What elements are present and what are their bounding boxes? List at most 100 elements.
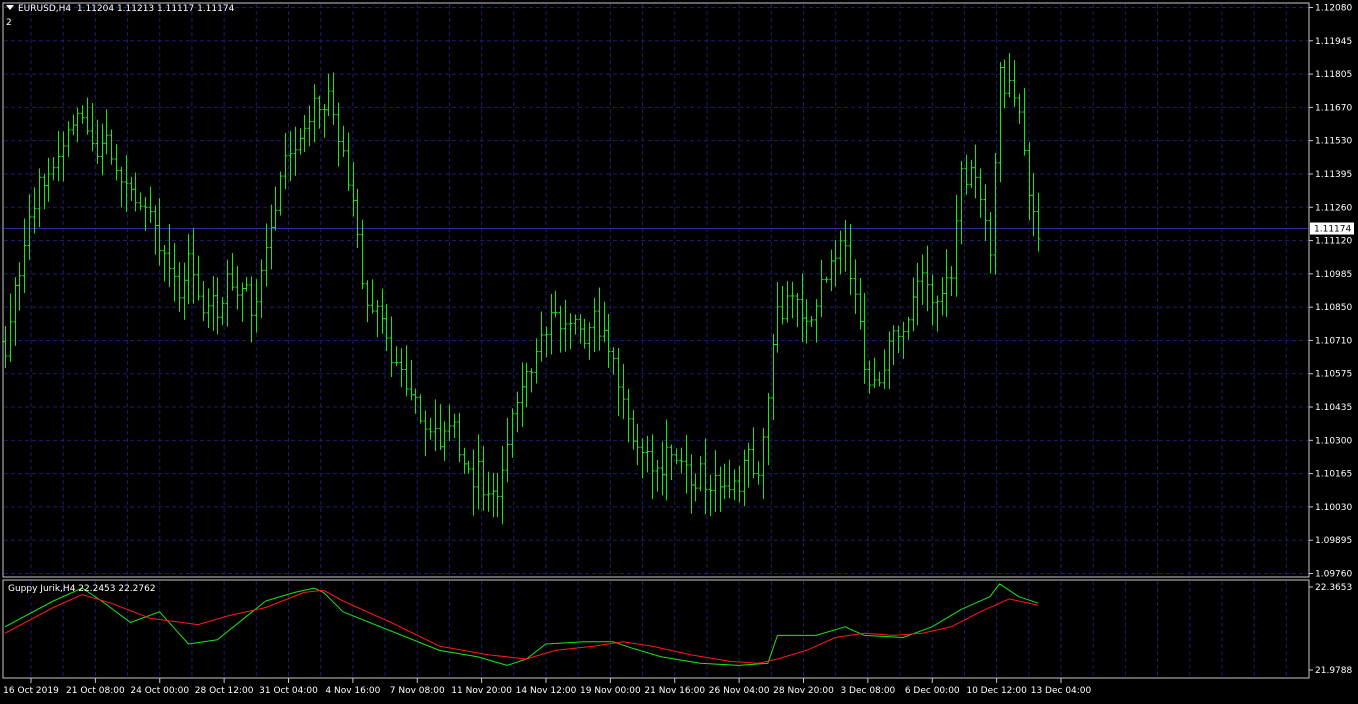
- ohlc-bar[interactable]: [428, 417, 433, 440]
- ohlc-bar[interactable]: [616, 348, 621, 417]
- ohlc-bar[interactable]: [457, 412, 462, 463]
- ohlc-bar[interactable]: [650, 434, 655, 500]
- ohlc-bar[interactable]: [254, 279, 259, 333]
- ohlc-bar[interactable]: [104, 109, 109, 155]
- ohlc-bar[interactable]: [911, 277, 916, 332]
- ohlc-bar[interactable]: [56, 130, 61, 182]
- ohlc-bar[interactable]: [133, 172, 138, 212]
- ohlc-bar[interactable]: [293, 126, 298, 176]
- ohlc-bar[interactable]: [37, 168, 42, 228]
- ohlc-bar[interactable]: [8, 293, 13, 362]
- ohlc-bar[interactable]: [713, 450, 718, 513]
- ohlc-bar[interactable]: [177, 262, 182, 312]
- ohlc-bar[interactable]: [1017, 93, 1022, 124]
- ohlc-bar[interactable]: [988, 211, 993, 274]
- ohlc-bar[interactable]: [365, 280, 370, 323]
- ohlc-bar[interactable]: [775, 282, 780, 353]
- ohlc-bar[interactable]: [669, 444, 674, 481]
- ohlc-bar[interactable]: [804, 299, 809, 344]
- ohlc-bar[interactable]: [355, 188, 360, 249]
- ohlc-bar[interactable]: [882, 349, 887, 390]
- ohlc-bar[interactable]: [71, 114, 76, 136]
- ohlc-bar[interactable]: [722, 463, 727, 500]
- ohlc-bar[interactable]: [51, 157, 56, 181]
- ohlc-bar[interactable]: [809, 315, 814, 327]
- ohlc-bar[interactable]: [795, 292, 800, 328]
- ohlc-bar[interactable]: [273, 186, 278, 231]
- ohlc-bar[interactable]: [640, 438, 645, 479]
- ohlc-bar[interactable]: [833, 240, 838, 287]
- ohlc-bar[interactable]: [626, 388, 631, 443]
- ohlc-bar[interactable]: [201, 281, 206, 322]
- ohlc-bar[interactable]: [452, 413, 457, 438]
- ohlc-bar[interactable]: [756, 461, 761, 485]
- ohlc-bar[interactable]: [505, 417, 510, 483]
- ohlc-bar[interactable]: [838, 230, 843, 275]
- ohlc-bar[interactable]: [491, 472, 496, 518]
- ohlc-bar[interactable]: [819, 259, 824, 318]
- chart-window[interactable]: 1.12080 1.11945 1.11805 1.11670 1.11530 1.113…: [0, 0, 1358, 700]
- ohlc-bar[interactable]: [466, 460, 471, 474]
- ohlc-bar[interactable]: [235, 266, 240, 310]
- ohlc-bar[interactable]: [872, 357, 877, 388]
- ohlc-bar[interactable]: [568, 313, 573, 350]
- ohlc-bar[interactable]: [302, 114, 307, 153]
- ohlc-bar[interactable]: [186, 233, 191, 305]
- ohlc-bar[interactable]: [389, 316, 394, 377]
- ohlc-bar[interactable]: [336, 102, 341, 167]
- ohlc-bar[interactable]: [645, 435, 650, 473]
- ohlc-bar[interactable]: [3, 325, 8, 369]
- ohlc-bar[interactable]: [182, 262, 187, 320]
- ohlc-bar[interactable]: [602, 301, 607, 343]
- ohlc-bar[interactable]: [1002, 59, 1007, 109]
- ohlc-bar[interactable]: [689, 454, 694, 514]
- ohlc-bar[interactable]: [998, 62, 1003, 183]
- ohlc-bar[interactable]: [447, 404, 452, 441]
- ohlc-bar[interactable]: [370, 279, 375, 314]
- ohlc-bar[interactable]: [848, 223, 853, 296]
- ohlc-bar[interactable]: [597, 287, 602, 351]
- ohlc-bar[interactable]: [737, 465, 742, 503]
- ohlc-bar[interactable]: [153, 205, 158, 255]
- ohlc-bar[interactable]: [206, 288, 211, 329]
- ohlc-bar[interactable]: [1031, 172, 1036, 237]
- ohlc-bar[interactable]: [906, 316, 911, 340]
- ohlc-bar[interactable]: [298, 128, 303, 155]
- ohlc-bar[interactable]: [157, 198, 162, 266]
- ohlc-bar[interactable]: [259, 259, 264, 319]
- ohlc-bar[interactable]: [143, 196, 148, 231]
- ohlc-bar[interactable]: [264, 223, 269, 287]
- ohlc-bar[interactable]: [85, 97, 90, 135]
- ohlc-bar[interactable]: [442, 421, 447, 461]
- ohlc-bar[interactable]: [90, 103, 95, 152]
- ohlc-bar[interactable]: [17, 262, 22, 311]
- ohlc-bar[interactable]: [544, 326, 549, 358]
- ohlc-bar[interactable]: [915, 262, 920, 326]
- ohlc-bar[interactable]: [920, 254, 925, 305]
- ohlc-bar[interactable]: [954, 194, 959, 297]
- ohlc-bar[interactable]: [486, 471, 491, 512]
- ohlc-bar[interactable]: [215, 277, 220, 335]
- ohlc-bar[interactable]: [587, 322, 592, 360]
- ohlc-bar[interactable]: [230, 253, 235, 291]
- ohlc-bar[interactable]: [558, 305, 563, 353]
- ohlc-bar[interactable]: [978, 168, 983, 218]
- ohlc-bar[interactable]: [843, 219, 848, 272]
- ohlc-bar[interactable]: [520, 362, 525, 428]
- ohlc-bar[interactable]: [360, 219, 365, 290]
- ohlc-bar[interactable]: [611, 347, 616, 375]
- ohlc-bar[interactable]: [312, 84, 317, 143]
- ohlc-bar[interactable]: [582, 318, 587, 349]
- ohlc-bar[interactable]: [100, 123, 105, 176]
- chart-canvas[interactable]: 1.12080 1.11945 1.11805 1.11670 1.11530 1.113…: [0, 0, 1358, 700]
- ohlc-bar[interactable]: [524, 362, 529, 408]
- ohlc-bar[interactable]: [1022, 88, 1027, 156]
- ohlc-bar[interactable]: [351, 162, 356, 217]
- ohlc-bar[interactable]: [278, 171, 283, 216]
- ohlc-bar[interactable]: [1036, 192, 1041, 252]
- ohlc-bar[interactable]: [578, 314, 583, 344]
- ohlc-bar[interactable]: [746, 442, 751, 488]
- ohlc-bar[interactable]: [829, 249, 834, 292]
- ohlc-bar[interactable]: [269, 204, 274, 270]
- ohlc-bar[interactable]: [211, 276, 216, 331]
